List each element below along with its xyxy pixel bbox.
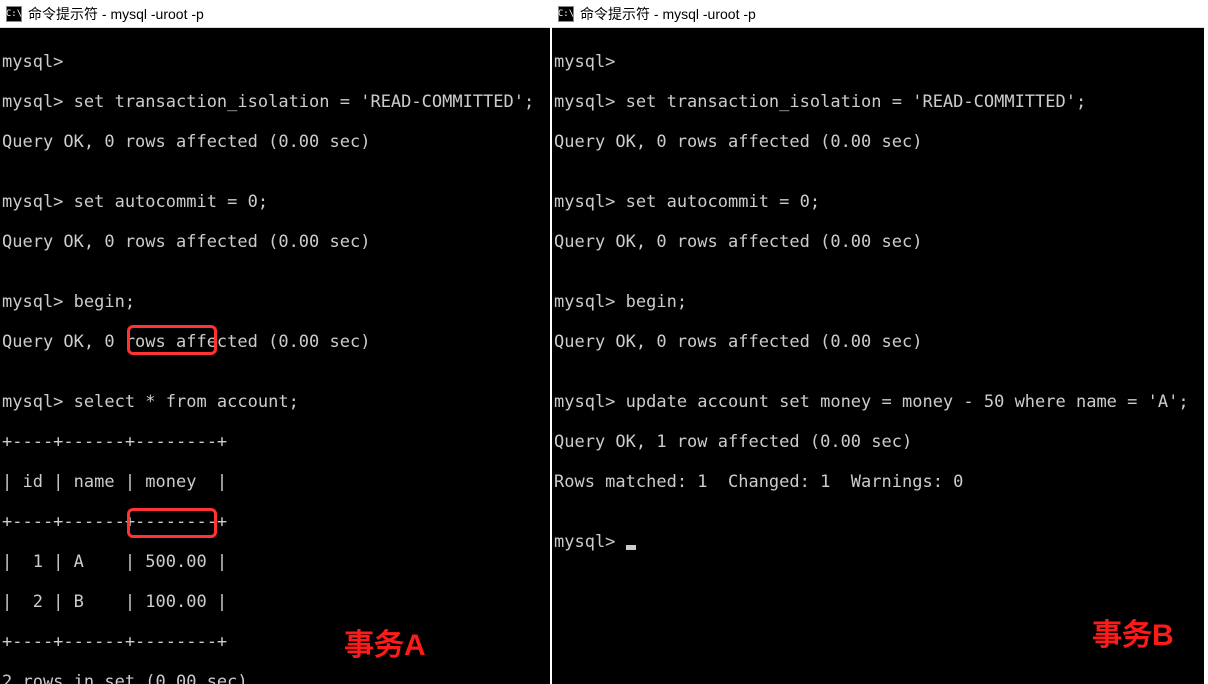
table-row: | 2 | B | 100.00 |: [2, 592, 550, 612]
console-line: mysql>: [2, 52, 550, 72]
table-row: | 1 | A | 500.00 |: [2, 552, 550, 572]
cursor-icon: [626, 545, 636, 550]
transaction-label-b: 事务B: [1092, 626, 1174, 646]
console-line: mysql> begin;: [2, 292, 550, 312]
console-line: mysql> set autocommit = 0;: [2, 192, 550, 212]
console-line: mysql> begin;: [554, 292, 1204, 312]
console-line: mysql> update account set money = money …: [554, 392, 1204, 412]
console-line: mysql>: [554, 52, 1204, 72]
cmd-icon: C:\: [6, 6, 22, 22]
table-separator: +----+------+--------+: [2, 512, 550, 532]
terminal-window-left: C:\ 命令提示符 - mysql -uroot -p mysql> mysql…: [0, 0, 552, 684]
console-line: Query OK, 0 rows affected (0.00 sec): [554, 132, 1204, 152]
window-title-left: 命令提示符 - mysql -uroot -p: [28, 4, 204, 24]
console-line: Query OK, 0 rows affected (0.00 sec): [2, 132, 550, 152]
console-left[interactable]: mysql> mysql> set transaction_isolation …: [0, 28, 550, 684]
cmd-icon: C:\: [558, 6, 574, 22]
console-line: 2 rows in set (0.00 sec): [2, 672, 550, 684]
console-line: Query OK, 1 row affected (0.00 sec): [554, 432, 1204, 452]
table-separator: +----+------+--------+: [2, 632, 550, 652]
console-line: Query OK, 0 rows affected (0.00 sec): [2, 232, 550, 252]
console-line: Rows matched: 1 Changed: 1 Warnings: 0: [554, 472, 1204, 492]
title-bar-left[interactable]: C:\ 命令提示符 - mysql -uroot -p: [0, 0, 550, 28]
console-line: mysql> set autocommit = 0;: [554, 192, 1204, 212]
table-separator: +----+------+--------+: [2, 432, 550, 452]
console-line: mysql> set transaction_isolation = 'READ…: [554, 92, 1204, 112]
table-header-row: | id | name | money |: [2, 472, 550, 492]
console-line: Query OK, 0 rows affected (0.00 sec): [554, 332, 1204, 352]
console-line: Query OK, 0 rows affected (0.00 sec): [2, 332, 550, 352]
terminal-window-right: C:\ 命令提示符 - mysql -uroot -p mysql> mysql…: [552, 0, 1206, 684]
console-line: Query OK, 0 rows affected (0.00 sec): [554, 232, 1204, 252]
transaction-label-a: 事务A: [344, 636, 426, 656]
window-title-right: 命令提示符 - mysql -uroot -p: [580, 4, 756, 24]
console-line: mysql> select * from account;: [2, 392, 550, 412]
title-bar-right[interactable]: C:\ 命令提示符 - mysql -uroot -p: [552, 0, 1204, 28]
console-line: mysql> set transaction_isolation = 'READ…: [2, 92, 550, 112]
console-right[interactable]: mysql> mysql> set transaction_isolation …: [552, 28, 1204, 684]
console-prompt: mysql>: [554, 532, 1204, 552]
